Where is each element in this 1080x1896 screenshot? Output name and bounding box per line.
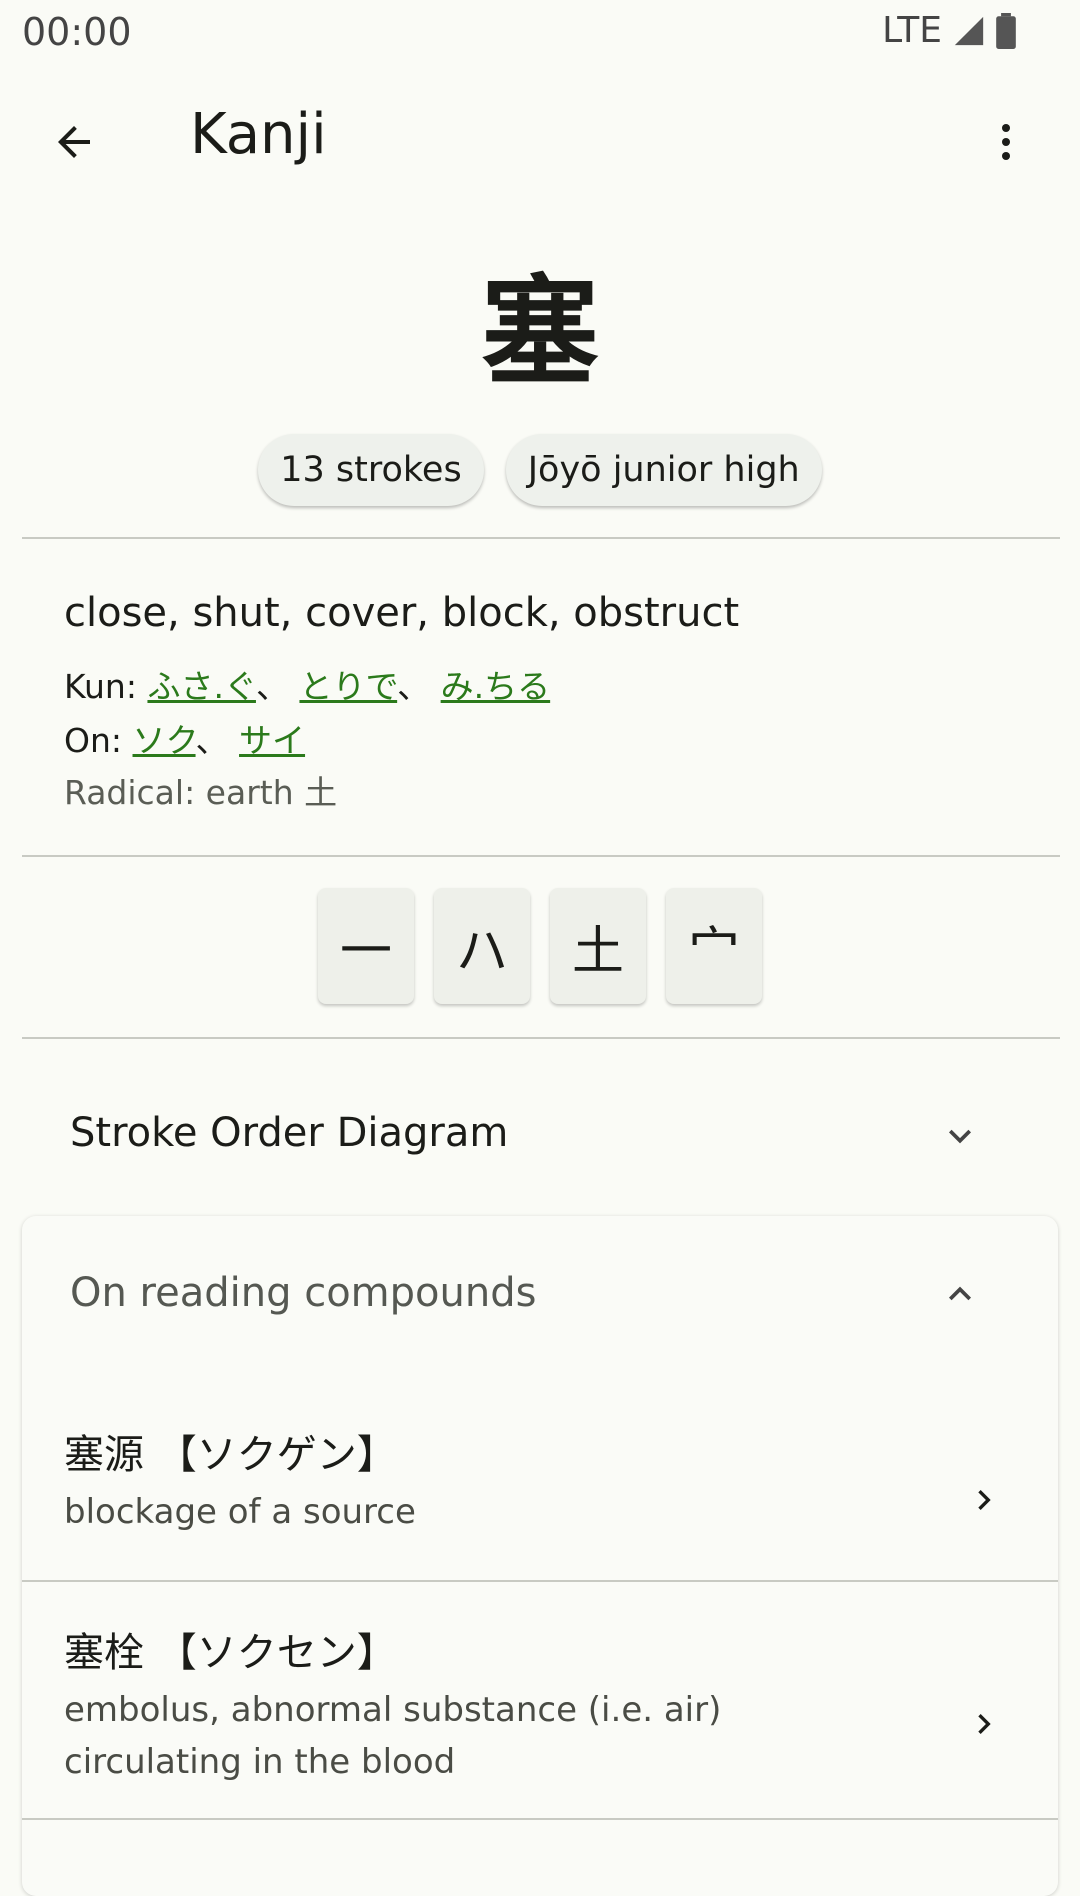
overflow-menu-button[interactable] (968, 104, 1044, 180)
divider (22, 1037, 1060, 1039)
on-reading-link[interactable]: サイ (239, 721, 305, 760)
reading-separator: 、 (195, 721, 229, 760)
signal-icon (954, 16, 984, 45)
back-button[interactable] (36, 104, 112, 180)
status-time: 00:00 (22, 10, 132, 54)
reading-separator: 、 (397, 667, 431, 706)
kanji-chips: 13 strokes Jōyō junior high (0, 434, 1080, 506)
kanji-meanings: close, shut, cover, block, obstruct (64, 590, 740, 636)
strokes-chip[interactable]: 13 strokes (258, 434, 484, 506)
app-bar: Kanji (0, 64, 1080, 208)
radical-tile[interactable]: 宀 (666, 888, 762, 1004)
arrow-back-icon (58, 126, 90, 158)
compound-word: 塞栓 【ソクセン】 (64, 1630, 397, 1676)
compound-item[interactable]: 塞源 【ソクゲン】 blockage of a source (64, 1422, 904, 1538)
status-icons: LTE (882, 10, 1016, 51)
divider (22, 855, 1060, 857)
kun-reading-link[interactable]: とりで (299, 667, 397, 706)
radical-tile[interactable]: 一 (318, 888, 414, 1004)
battery-icon (996, 12, 1016, 49)
radical-tile[interactable]: 土 (550, 888, 646, 1004)
kun-reading-link[interactable]: み.ちる (441, 667, 551, 706)
grade-chip[interactable]: Jōyō junior high (505, 434, 822, 506)
list-divider (22, 1818, 1058, 1820)
compounds-card: On reading compounds 塞源 【ソクゲン】 blockage … (22, 1216, 1058, 1896)
chevron-right-icon (978, 1714, 991, 1734)
compound-meaning: embolus, abnormal substance (i.e. air) c… (64, 1690, 722, 1782)
compounds-title: On reading compounds (70, 1270, 537, 1316)
on-reading-link[interactable]: ソク (133, 721, 196, 760)
chevron-down-icon (949, 1129, 971, 1144)
compound-item[interactable]: 塞栓 【ソクセン】 embolus, abnormal substance (i… (64, 1620, 904, 1788)
more-vert-icon (1002, 124, 1010, 160)
radical-tiles: 一 ハ 土 宀 (0, 888, 1080, 1004)
compound-word: 塞源 【ソクゲン】 (64, 1432, 397, 1478)
chevron-up-icon (949, 1286, 971, 1301)
status-bar: 00:00 LTE (0, 0, 1080, 64)
kanji-character: 塞 (480, 263, 599, 401)
reading-separator: 、 (255, 667, 289, 706)
kun-readings: Kun: ふさ.ぐ、 とりで、 み.ちる (64, 660, 550, 708)
kun-reading-link[interactable]: ふさ.ぐ (147, 667, 256, 706)
chevron-right-icon (978, 1490, 991, 1510)
stroke-order-title: Stroke Order Diagram (70, 1110, 509, 1156)
on-readings: On: ソク、 サイ (64, 714, 305, 762)
kun-label: Kun: (64, 667, 137, 706)
compound-meaning: blockage of a source (64, 1492, 416, 1532)
radical-tile[interactable]: ハ (434, 888, 530, 1004)
radical-info: Radical: earth 土 (64, 773, 338, 812)
page-title: Kanji (190, 102, 327, 167)
list-divider (22, 1580, 1058, 1582)
network-type: LTE (882, 10, 942, 51)
on-label: On: (64, 721, 123, 760)
divider (22, 537, 1060, 539)
